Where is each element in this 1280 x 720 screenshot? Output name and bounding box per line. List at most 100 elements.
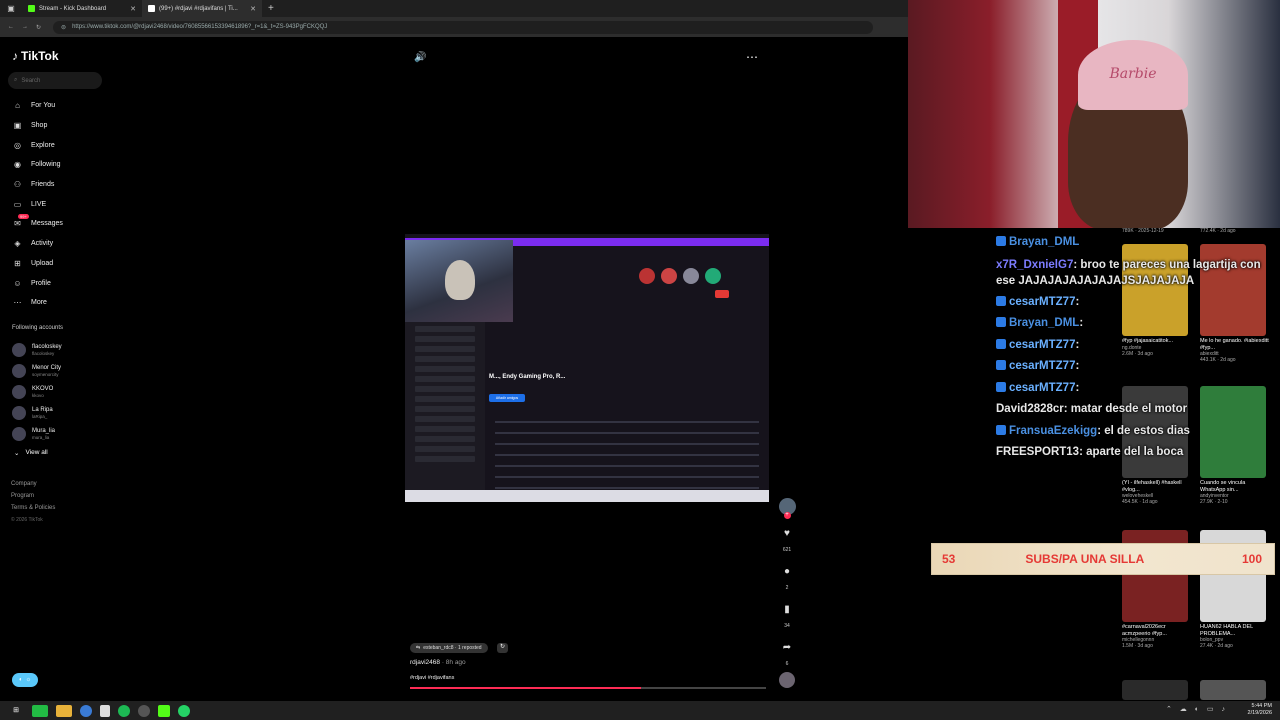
- system-tray[interactable]: ⌃ ☁ ◐ ▭ ♪: [1166, 705, 1228, 713]
- following-accounts-list: flacoloskey flacoloskey Menor City soymenor…: [12, 339, 62, 444]
- following-account[interactable]: La Ripa laRipa_: [12, 402, 62, 423]
- author-avatar[interactable]: +: [778, 498, 796, 519]
- obs-icon[interactable]: [138, 704, 150, 717]
- related-video-card[interactable]: [1122, 680, 1192, 700]
- related-video-card[interactable]: [1200, 680, 1270, 700]
- author-name[interactable]: rdjavi2468: [410, 659, 440, 666]
- spotify-icon[interactable]: [118, 704, 130, 717]
- sidebar-footer: Company Program Terms & Policies © 2026 …: [11, 478, 55, 526]
- share-action[interactable]: ➦ 6: [778, 641, 796, 667]
- message-icon: ✉: [14, 219, 21, 229]
- video-caption[interactable]: #rdjavi #rdjavifans: [410, 675, 454, 681]
- video-progress-bar[interactable]: [410, 687, 766, 689]
- bag-icon: ▣: [13, 121, 22, 131]
- upload-icon: ⊞: [14, 258, 21, 268]
- post-age: · 8h ago: [441, 659, 466, 666]
- sidebar-item-shop[interactable]: ▣ Shop: [12, 116, 112, 136]
- chat-message: FREESPORT13: aparte del la boca: [996, 442, 1280, 464]
- sidebar-item-following[interactable]: ◉ Following: [12, 155, 112, 175]
- following-account[interactable]: flacoloskey flacoloskey: [12, 339, 62, 360]
- file-icon[interactable]: [100, 704, 110, 717]
- tiktok-icon: [148, 5, 155, 12]
- video-group-title: M..., Endy Gaming Pro, R...: [489, 374, 566, 380]
- video-thumbnail[interactable]: [1122, 680, 1188, 700]
- avatar: [12, 426, 26, 441]
- whatsapp-icon[interactable]: [178, 704, 190, 717]
- chat-message: cesarMTZ77:: [996, 335, 1280, 357]
- footer-company-link[interactable]: Company: [11, 478, 55, 490]
- sidebar-nav: ⌂ For You ▣ Shop ◎ Explore ◉ Following ⚇ Friends ▭…: [12, 96, 112, 313]
- browser-tab-bar: ▣ Stream - Kick Dashboard ✕ (99+) #rdjav…: [0, 0, 910, 17]
- close-icon[interactable]: ✕: [130, 5, 136, 13]
- following-account[interactable]: Mura_lia mura_lia: [12, 423, 62, 444]
- sidebar-item-messages[interactable]: ✉ 99+ Messages: [12, 214, 112, 234]
- chrome-icon[interactable]: [80, 704, 92, 717]
- music-disc-avatar[interactable]: [779, 672, 795, 688]
- sidebar-item-activity[interactable]: ◈ Activity: [12, 234, 112, 254]
- footer-terms-link[interactable]: Terms & Policies: [11, 502, 55, 514]
- like-action[interactable]: ♥ 621: [778, 527, 796, 553]
- chat-text: :: [1075, 381, 1080, 394]
- back-icon[interactable]: ←: [8, 24, 14, 30]
- site-info-icon[interactable]: ⊜: [61, 24, 66, 31]
- chat-message: cesarMTZ77:: [996, 356, 1280, 378]
- search-placeholder: Search: [21, 77, 41, 84]
- folder-icon[interactable]: [56, 704, 72, 717]
- comment-icon[interactable]: ●: [778, 565, 796, 579]
- sidebar-item-label: Explore: [31, 141, 55, 149]
- video-thumbnail[interactable]: [1200, 680, 1266, 700]
- tab-title: (99+) #rdjavi #rdjavifans | Ti...: [159, 5, 238, 12]
- video-player[interactable]: M..., Endy Gaming Pro, R... Añadir amigo…: [405, 234, 769, 502]
- window-menu-icon[interactable]: ▣: [0, 4, 22, 13]
- comment-action[interactable]: ● 2: [778, 565, 796, 591]
- following-account[interactable]: KKOVO kkovo: [12, 381, 62, 402]
- tiktok-logo[interactable]: ♪ TikTok: [12, 49, 59, 63]
- url-text: https://www.tiktok.com/@rdjavi2468/video…: [72, 24, 328, 30]
- sidebar-item-label: More: [31, 299, 47, 307]
- close-icon[interactable]: ✕: [250, 5, 256, 13]
- view-all-button[interactable]: ⌄ View all: [14, 449, 48, 457]
- chat-username: Brayan_DML: [1009, 236, 1080, 248]
- video-stats: 27.4K · 2d ago: [1200, 643, 1233, 649]
- heart-icon[interactable]: ♥: [778, 527, 796, 541]
- sidebar-item-upload[interactable]: ⊞ Upload: [12, 254, 112, 274]
- friends-icon: ⚇: [13, 180, 22, 190]
- terminal-icon[interactable]: [32, 704, 48, 717]
- search-input[interactable]: ⌕ Search: [8, 72, 102, 89]
- new-tab-button[interactable]: +: [268, 3, 274, 14]
- reload-icon[interactable]: ↻: [36, 24, 41, 31]
- sidebar-item-explore[interactable]: ◎ Explore: [12, 135, 112, 155]
- follow-plus-icon[interactable]: +: [783, 512, 791, 519]
- video-webcam-frame: [405, 240, 513, 322]
- sidebar-item-profile[interactable]: ☺ Profile: [12, 273, 112, 293]
- repost-badge[interactable]: ⇆ esteban_rdc8 · 1 reposted: [410, 643, 488, 653]
- tab-tiktok[interactable]: (99+) #rdjavi #rdjavifans | Ti... ✕: [142, 0, 262, 17]
- chat-username: cesarMTZ77: [1009, 295, 1076, 308]
- footer-program-link[interactable]: Program: [11, 490, 55, 502]
- following-account[interactable]: Menor City soymenorcity: [12, 360, 62, 381]
- kick-app-icon[interactable]: [158, 704, 170, 717]
- sidebar-item-friends[interactable]: ⚇ Friends: [12, 175, 112, 195]
- save-action[interactable]: ▮ 34: [778, 603, 796, 629]
- url-field[interactable]: ⊜ https://www.tiktok.com/@rdjavi2468/vid…: [53, 20, 874, 34]
- account-name: Menor City soymenorcity: [32, 364, 62, 377]
- volume-icon[interactable]: 🔊: [414, 52, 426, 63]
- video-author[interactable]: rdjavi2468 · 8h ago: [410, 659, 466, 666]
- reposter-avatar[interactable]: ↻: [497, 643, 508, 653]
- chat-username: David2828cr: [996, 403, 1064, 415]
- theme-toggle[interactable]: ◐ ☼: [12, 673, 38, 687]
- sidebar-item-live[interactable]: ▭ LIVE: [12, 194, 112, 214]
- sidebar-item-more[interactable]: ⋯ More: [12, 293, 112, 313]
- sidebar-item-for-you[interactable]: ⌂ For You: [12, 96, 112, 116]
- tab-kick-dashboard[interactable]: Stream - Kick Dashboard ✕: [22, 0, 142, 17]
- share-icon[interactable]: ➦: [778, 641, 796, 655]
- more-options-icon[interactable]: ⋯: [746, 50, 758, 64]
- video-title: HUAN62 HABLA DEL PROBLEMA...: [1200, 624, 1253, 637]
- windows-start-icon[interactable]: ⊞: [8, 705, 24, 717]
- streamer-webcam: Barbie: [908, 0, 1280, 228]
- taskbar-clock[interactable]: 5:44 PM 2/19/2026: [1248, 703, 1272, 717]
- forward-icon[interactable]: →: [22, 24, 28, 30]
- copyright: © 2026 TikTok: [11, 517, 43, 523]
- bookmark-icon[interactable]: ▮: [778, 603, 796, 617]
- video-title: (YI - ilfehaskell) #haskell #vlog...: [1122, 480, 1182, 493]
